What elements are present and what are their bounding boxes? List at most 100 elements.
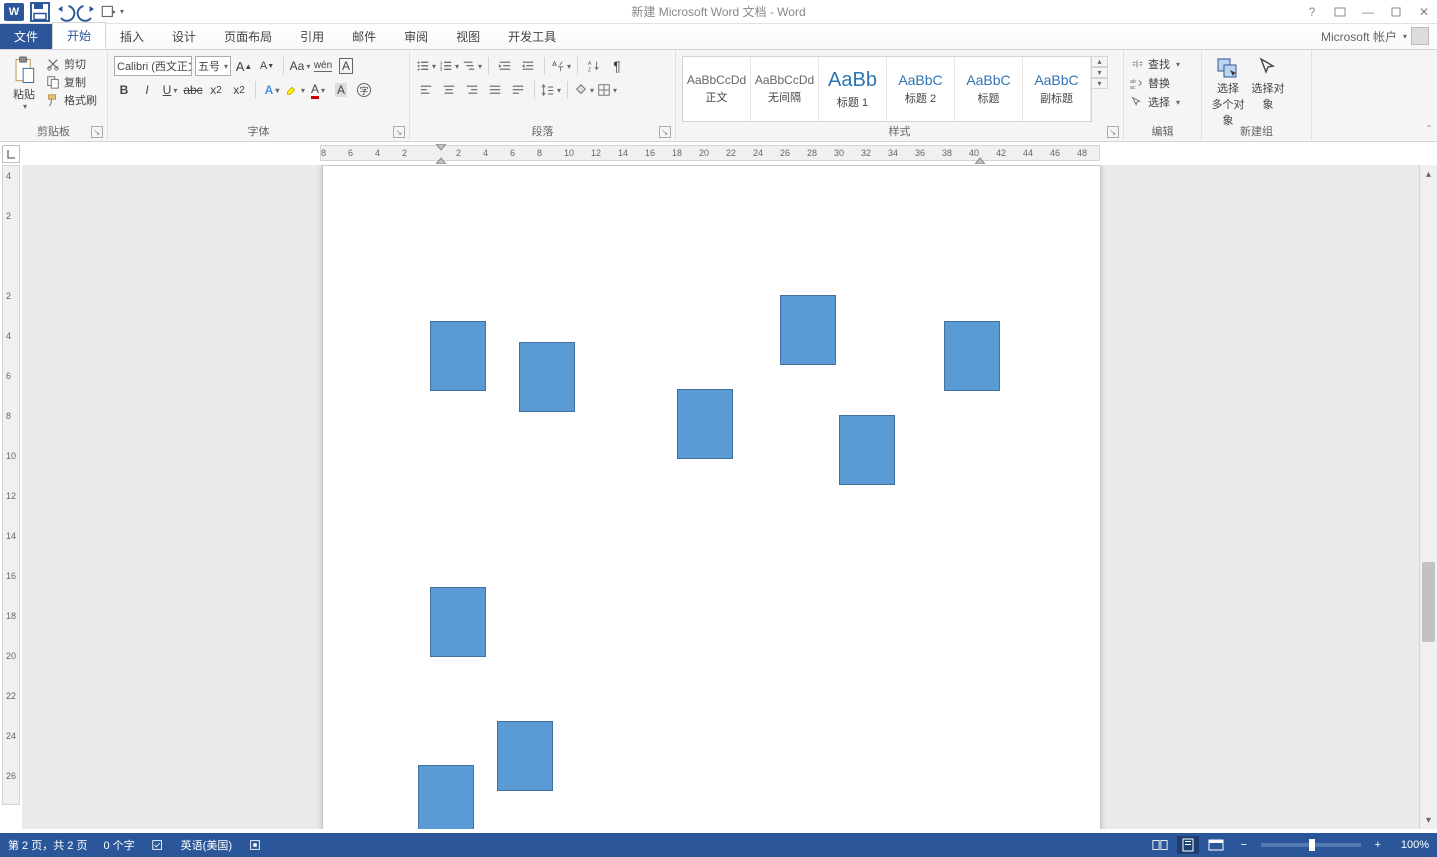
style-item[interactable]: AaBbCcDd正文 bbox=[683, 57, 751, 121]
font-dialog-launcher[interactable]: ↘ bbox=[393, 126, 405, 138]
gallery-scroll-up[interactable]: ▴ bbox=[1092, 56, 1108, 67]
read-mode-button[interactable] bbox=[1149, 836, 1171, 854]
bullets-button[interactable]: ▾ bbox=[416, 56, 436, 76]
tab-developer[interactable]: 开发工具 bbox=[494, 24, 570, 49]
gallery-more[interactable]: ▾ bbox=[1092, 78, 1108, 89]
minimize-button[interactable]: — bbox=[1355, 1, 1381, 23]
tab-mailings[interactable]: 邮件 bbox=[338, 24, 390, 49]
phonetic-guide-button[interactable]: wén bbox=[313, 56, 333, 76]
enclose-chars-button[interactable]: 字 bbox=[354, 80, 374, 100]
zoom-in-button[interactable]: + bbox=[1367, 836, 1389, 854]
format-painter-button[interactable]: 格式刷 bbox=[46, 92, 97, 108]
zoom-slider-knob[interactable] bbox=[1309, 839, 1315, 851]
distribute-button[interactable] bbox=[508, 80, 528, 100]
scroll-down-button[interactable]: ▾ bbox=[1420, 811, 1437, 829]
ribbon-display-button[interactable] bbox=[1327, 1, 1353, 23]
rectangle-shape[interactable] bbox=[430, 321, 486, 391]
align-center-button[interactable] bbox=[439, 80, 459, 100]
italic-button[interactable]: I bbox=[137, 80, 157, 100]
copy-button[interactable]: 复制 bbox=[46, 74, 97, 90]
borders-button[interactable]: ▾ bbox=[597, 80, 617, 100]
cut-button[interactable]: 剪切 bbox=[46, 56, 97, 72]
zoom-out-button[interactable]: − bbox=[1233, 836, 1255, 854]
char-shading-button[interactable]: A bbox=[331, 80, 351, 100]
page-count-status[interactable]: 第 2 页，共 2 页 bbox=[8, 837, 87, 853]
tab-review[interactable]: 审阅 bbox=[390, 24, 442, 49]
rectangle-shape[interactable] bbox=[418, 765, 474, 829]
styles-gallery[interactable]: AaBbCcDd正文AaBbCcDd无间隔AaBb标题 1AaBbC标题 2Aa… bbox=[682, 56, 1092, 122]
spellcheck-status[interactable] bbox=[151, 838, 165, 852]
sort-button[interactable]: AZ bbox=[584, 56, 604, 76]
first-line-indent-marker[interactable] bbox=[436, 144, 446, 154]
rectangle-shape[interactable] bbox=[677, 389, 733, 459]
rectangle-shape[interactable] bbox=[780, 295, 836, 365]
underline-button[interactable]: U▾ bbox=[160, 80, 180, 100]
language-status[interactable]: 英语(美国) bbox=[181, 837, 232, 853]
bold-button[interactable]: B bbox=[114, 80, 134, 100]
select-button[interactable]: 选择▾ bbox=[1130, 94, 1180, 110]
style-item[interactable]: AaBbCcDd无间隔 bbox=[751, 57, 819, 121]
web-layout-button[interactable] bbox=[1205, 836, 1227, 854]
numbering-button[interactable]: 123▾ bbox=[439, 56, 459, 76]
asian-layout-button[interactable]: ▾ bbox=[551, 56, 571, 76]
style-item[interactable]: AaBbC标题 2 bbox=[887, 57, 955, 121]
save-button[interactable] bbox=[28, 1, 52, 23]
ruler-vertical[interactable]: 422468101214161820222426 bbox=[2, 165, 20, 805]
highlight-button[interactable]: ▾ bbox=[285, 80, 305, 100]
tab-home[interactable]: 开始 bbox=[52, 22, 106, 49]
styles-dialog-launcher[interactable]: ↘ bbox=[1107, 126, 1119, 138]
rectangle-shape[interactable] bbox=[497, 721, 553, 791]
style-item[interactable]: AaBb标题 1 bbox=[819, 57, 887, 121]
style-item[interactable]: AaBbC副标题 bbox=[1023, 57, 1091, 121]
text-effects-button[interactable]: A▾ bbox=[262, 80, 282, 100]
word-count-status[interactable]: 0 个字 bbox=[103, 837, 134, 853]
redo-button[interactable] bbox=[76, 1, 100, 23]
font-name-combo[interactable]: Calibri (西文正文)▾ bbox=[114, 56, 192, 76]
page[interactable] bbox=[322, 165, 1101, 829]
tab-references[interactable]: 引用 bbox=[286, 24, 338, 49]
shading-button[interactable]: ▾ bbox=[574, 80, 594, 100]
rectangle-shape[interactable] bbox=[430, 587, 486, 657]
zoom-level[interactable]: 100% bbox=[1401, 839, 1429, 851]
rectangle-shape[interactable] bbox=[519, 342, 575, 412]
scroll-up-button[interactable]: ▴ bbox=[1420, 165, 1437, 183]
gallery-scroll-down[interactable]: ▾ bbox=[1092, 67, 1108, 78]
line-spacing-button[interactable]: ▾ bbox=[541, 80, 561, 100]
clipboard-dialog-launcher[interactable]: ↘ bbox=[91, 126, 103, 138]
macro-status[interactable] bbox=[248, 838, 262, 852]
subscript-button[interactable]: x2 bbox=[206, 80, 226, 100]
scrollbar-vertical[interactable]: ▴ ▾ bbox=[1419, 165, 1437, 829]
multilevel-list-button[interactable]: ▾ bbox=[462, 56, 482, 76]
style-item[interactable]: AaBbC标题 bbox=[955, 57, 1023, 121]
rectangle-shape[interactable] bbox=[839, 415, 895, 485]
tab-design[interactable]: 设计 bbox=[158, 24, 210, 49]
decrease-indent-button[interactable] bbox=[495, 56, 515, 76]
char-border-button[interactable]: A bbox=[336, 56, 356, 76]
show-marks-button[interactable]: ¶ bbox=[607, 56, 627, 76]
tab-view[interactable]: 视图 bbox=[442, 24, 494, 49]
zoom-slider[interactable] bbox=[1261, 843, 1361, 847]
ruler-horizontal[interactable]: 8642246810121416182022242628303234363840… bbox=[320, 145, 1100, 161]
right-indent-marker[interactable] bbox=[975, 154, 985, 164]
customize-qat-button[interactable]: ▾ bbox=[100, 1, 124, 23]
help-button[interactable]: ? bbox=[1299, 1, 1325, 23]
shrink-font-button[interactable]: A▼ bbox=[257, 56, 277, 76]
strikethrough-button[interactable]: abc bbox=[183, 80, 203, 100]
superscript-button[interactable]: x2 bbox=[229, 80, 249, 100]
collapse-ribbon-button[interactable]: ˆ bbox=[1427, 123, 1431, 137]
increase-indent-button[interactable] bbox=[518, 56, 538, 76]
grow-font-button[interactable]: A▲ bbox=[234, 56, 254, 76]
font-color-button[interactable]: A▾ bbox=[308, 80, 328, 100]
find-button[interactable]: 查找▾ bbox=[1130, 56, 1180, 72]
close-button[interactable]: ✕ bbox=[1411, 1, 1437, 23]
tab-insert[interactable]: 插入 bbox=[106, 24, 158, 49]
scroll-thumb[interactable] bbox=[1422, 562, 1435, 642]
paste-button[interactable]: 粘贴 ▾ bbox=[6, 52, 42, 120]
tab-file[interactable]: 文件 bbox=[0, 24, 52, 49]
undo-button[interactable] bbox=[52, 1, 76, 23]
account-menu[interactable]: Microsoft 帐户 ▾ bbox=[1321, 27, 1429, 45]
tab-selector[interactable] bbox=[2, 145, 20, 163]
tab-layout[interactable]: 页面布局 bbox=[210, 24, 286, 49]
align-left-button[interactable] bbox=[416, 80, 436, 100]
print-layout-button[interactable] bbox=[1177, 836, 1199, 854]
